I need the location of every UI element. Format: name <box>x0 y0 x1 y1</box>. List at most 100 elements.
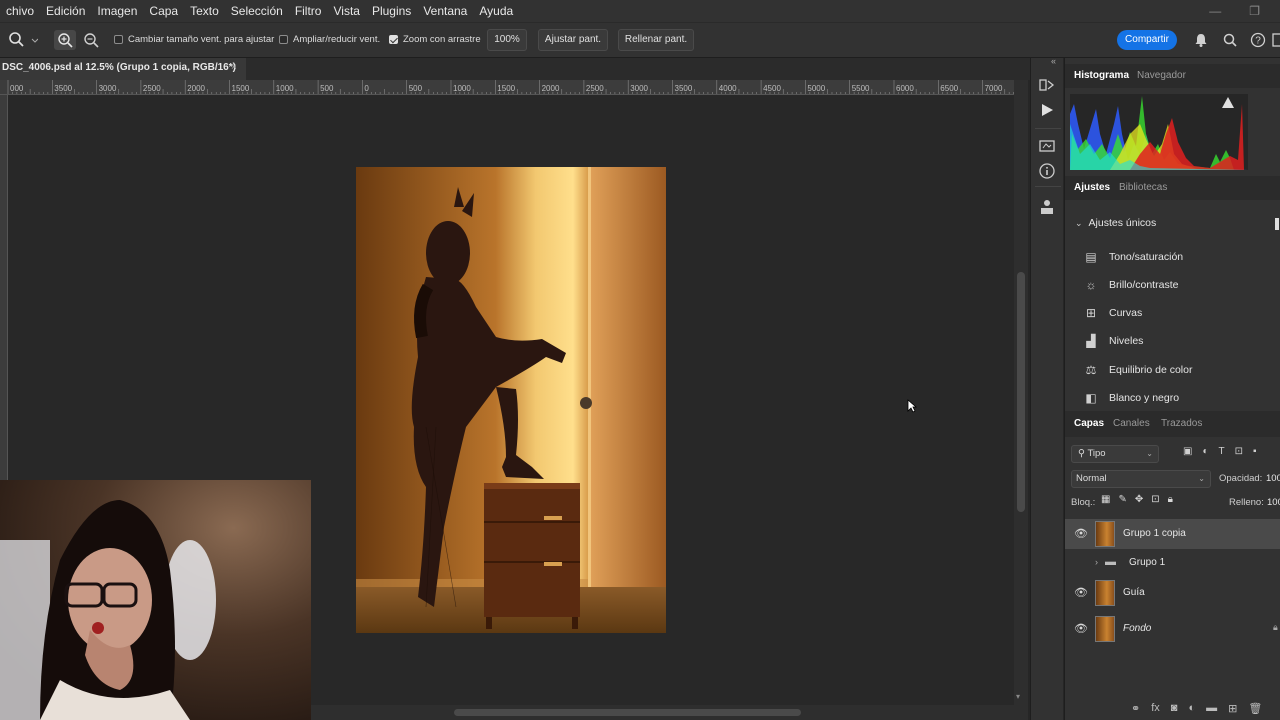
zoom-tool-icon[interactable] <box>8 31 38 49</box>
horizontal-scrollbar[interactable] <box>311 705 1028 720</box>
zoom-out-icon[interactable] <box>81 30 101 50</box>
minimize-icon[interactable]: — <box>1209 4 1221 18</box>
scrubby-zoom-option[interactable]: Zoom con arrastre <box>389 34 481 45</box>
tab-paths[interactable]: Trazados <box>1161 418 1202 429</box>
menu-texto[interactable]: Texto <box>184 0 225 22</box>
layer-name[interactable]: Guía <box>1123 587 1145 598</box>
adjustment-label: Equilibrio de color <box>1109 364 1193 376</box>
collapse-panels-icon[interactable]: « <box>1051 56 1056 66</box>
info-icon[interactable] <box>1038 162 1056 180</box>
panel-menu-icon[interactable] <box>1275 218 1279 230</box>
document-image[interactable] <box>356 167 666 633</box>
fill-input[interactable]: 100 <box>1267 497 1280 508</box>
workspace-icon[interactable] <box>1272 32 1280 48</box>
type-filter-icon[interactable]: T <box>1219 446 1225 457</box>
tab-channels[interactable]: Canales <box>1113 418 1150 429</box>
close-tab-icon[interactable]: × <box>231 58 237 78</box>
menu-plugins[interactable]: Plugins <box>366 0 417 22</box>
shape-filter-icon[interactable]: ⊡ <box>1235 446 1243 457</box>
ruler-label: 5000 <box>807 84 825 93</box>
tab-navigator[interactable]: Navegador <box>1137 70 1186 81</box>
layer-name[interactable]: Grupo 1 copia <box>1123 528 1186 539</box>
layer-name[interactable]: Fondo <box>1123 623 1151 634</box>
layer-row-grupo-1[interactable]: › ▬ Grupo 1 <box>1065 548 1280 578</box>
fill-screen-button[interactable]: Rellenar pant. <box>618 29 694 51</box>
new-layer-icon[interactable]: ⊞ <box>1228 702 1237 715</box>
vertical-scroll-thumb[interactable] <box>1017 272 1025 512</box>
opacity-label: Opacidad: <box>1219 473 1263 484</box>
vertical-scrollbar[interactable]: ▾ <box>1014 80 1028 705</box>
delete-layer-icon[interactable]: 🗑︎ <box>1248 702 1262 715</box>
new-group-icon[interactable]: ▬ <box>1206 702 1217 715</box>
menu-archivo[interactable]: chivo <box>0 0 40 22</box>
lock-artboard-icon[interactable]: ⊡ <box>1151 494 1159 505</box>
search-icon[interactable] <box>1222 32 1238 48</box>
link-layers-icon[interactable]: ⚭ <box>1131 702 1140 715</box>
history-icon[interactable] <box>1038 76 1056 94</box>
tab-histogram[interactable]: Histograma <box>1074 70 1129 81</box>
eye-icon[interactable]: 👁︎ <box>1074 527 1088 540</box>
document-tab[interactable]: DSC_4006.psd al 12.5% (Grupo 1 copia, RG… <box>0 58 246 80</box>
resize-windows-option[interactable]: Cambiar tamaño vent. para ajustar <box>114 34 274 45</box>
adjustment-label: Brillo/contraste <box>1109 279 1179 291</box>
adjustment-levels[interactable]: ▟ Niveles <box>1083 331 1143 351</box>
menu-vista[interactable]: Vista <box>327 0 365 22</box>
zoom-in-button[interactable] <box>54 30 76 50</box>
lock-transparency-icon[interactable]: ▦ <box>1101 494 1110 505</box>
chevron-right-icon[interactable]: › <box>1095 557 1098 567</box>
opacity-input[interactable]: 100 <box>1266 473 1280 484</box>
lock-all-icon[interactable]: 🔒︎ <box>1168 494 1173 505</box>
adjustment-curves[interactable]: ⊞ Curvas <box>1083 303 1142 323</box>
scrubby-zoom-checkbox[interactable] <box>389 35 398 44</box>
properties-icon[interactable] <box>1038 136 1056 154</box>
fit-screen-button[interactable]: Ajustar pant. <box>538 29 608 51</box>
menu-bar: chivo Edición Imagen Capa Texto Selecció… <box>0 0 1280 22</box>
adjustment-color-balance[interactable]: ⚖ Equilibrio de color <box>1083 360 1193 380</box>
blend-mode-select[interactable]: Normal ⌄ <box>1071 470 1211 488</box>
menu-filtro[interactable]: Filtro <box>289 0 328 22</box>
resize-windows-checkbox[interactable] <box>114 35 123 44</box>
notifications-icon[interactable] <box>1193 32 1209 48</box>
character-style-icon[interactable] <box>1038 198 1056 216</box>
adjustment-hue-saturation[interactable]: ▤ Tono/saturación <box>1083 247 1183 267</box>
layer-row-guia[interactable]: 👁︎ Guía <box>1065 578 1280 608</box>
tab-libraries[interactable]: Bibliotecas <box>1119 182 1167 193</box>
layer-row-grupo-1-copia[interactable]: 👁︎ Grupo 1 copia <box>1065 519 1280 549</box>
layer-filter-select[interactable]: ⚲ Tipo ⌄ <box>1071 445 1159 463</box>
pixel-filter-icon[interactable]: ▣ <box>1183 446 1192 457</box>
zoom-all-checkbox[interactable] <box>279 35 288 44</box>
layer-mask-icon[interactable]: ◙ <box>1171 702 1178 715</box>
share-button[interactable]: Compartir <box>1117 30 1177 50</box>
tab-adjustments[interactable]: Ajustes <box>1074 182 1110 193</box>
menu-seleccion[interactable]: Selección <box>225 0 289 22</box>
scroll-down-icon[interactable]: ▾ <box>1016 692 1020 701</box>
tab-layers[interactable]: Capas <box>1074 418 1104 429</box>
menu-edicion[interactable]: Edición <box>40 0 91 22</box>
smart-object-filter-icon[interactable]: ▪ <box>1253 446 1257 457</box>
zoom-all-option[interactable]: Ampliar/reducir vent. <box>279 34 380 45</box>
adjustment-black-white[interactable]: ◧ Blanco y negro <box>1083 388 1179 408</box>
menu-ventana[interactable]: Ventana <box>417 0 473 22</box>
horizontal-scroll-thumb[interactable] <box>454 709 801 716</box>
adjustment-filter-icon[interactable]: ◐ <box>1202 446 1208 457</box>
color-balance-icon: ⚖ <box>1085 363 1097 377</box>
actions-play-icon[interactable] <box>1039 102 1055 118</box>
menu-capa[interactable]: Capa <box>143 0 184 22</box>
ruler-label: 500 <box>320 84 334 93</box>
lock-brush-icon[interactable]: ✎ <box>1118 494 1126 505</box>
restore-icon[interactable]: ❐ <box>1249 4 1260 18</box>
eye-icon[interactable]: 👁︎ <box>1074 622 1088 635</box>
new-adjustment-icon[interactable]: ◐ <box>1188 702 1195 715</box>
menu-imagen[interactable]: Imagen <box>91 0 143 22</box>
layer-row-fondo[interactable]: 👁︎ Fondo 🔒︎ <box>1065 614 1280 644</box>
eye-icon[interactable]: 👁︎ <box>1074 586 1088 599</box>
lock-position-icon[interactable]: ✥ <box>1135 494 1143 505</box>
help-icon[interactable]: ? <box>1250 32 1266 48</box>
single-adjustments-header[interactable]: ⌄ Ajustes únicos <box>1075 217 1156 229</box>
menu-ayuda[interactable]: Ayuda <box>473 0 519 22</box>
tab-bar <box>246 58 1030 80</box>
layer-name[interactable]: Grupo 1 <box>1129 557 1165 568</box>
adjustment-brightness-contrast[interactable]: ☼ Brillo/contraste <box>1083 275 1179 295</box>
zoom-value-field[interactable]: 100% <box>487 29 527 51</box>
layer-style-icon[interactable]: fx <box>1151 702 1160 715</box>
